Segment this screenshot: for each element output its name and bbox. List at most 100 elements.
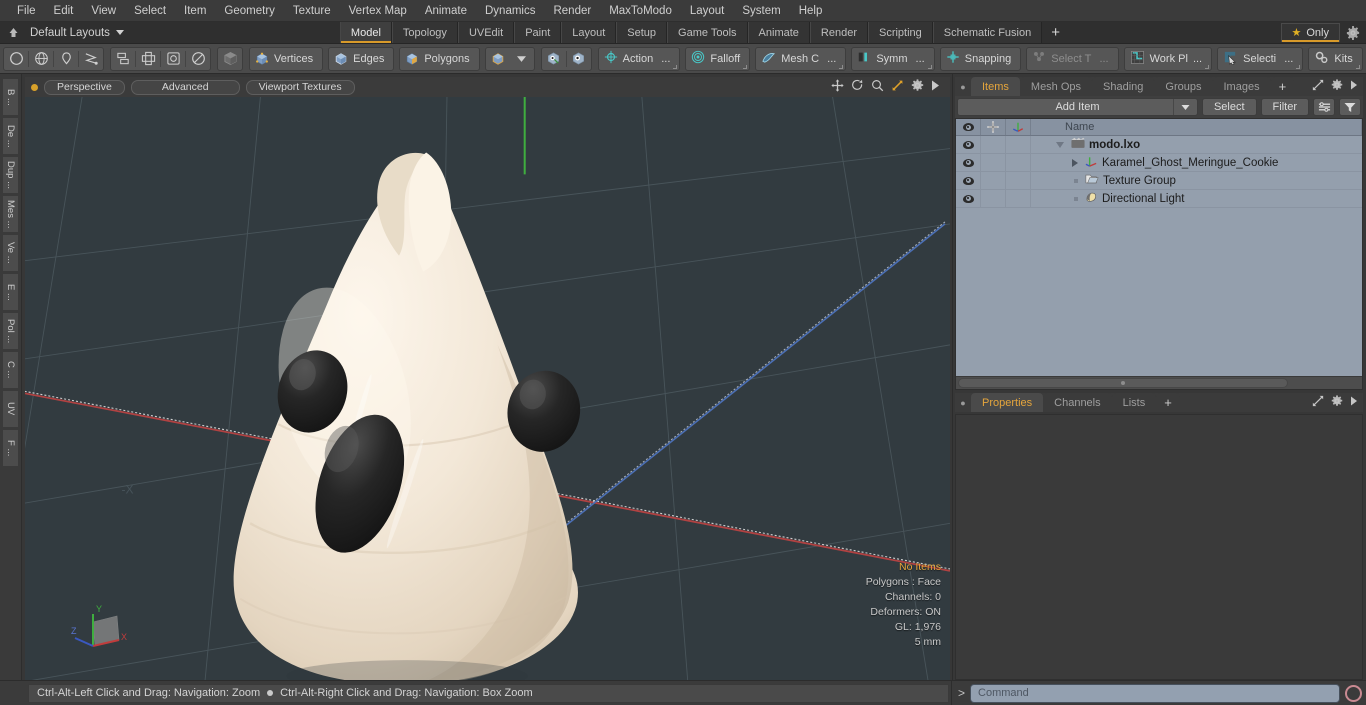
menu-item-maxtomodo[interactable]: MaxToModo <box>600 0 681 22</box>
play-icon[interactable] <box>1350 396 1358 409</box>
kits-button[interactable]: Kits <box>1308 46 1363 71</box>
stack-icon[interactable] <box>111 48 135 70</box>
select-through-button[interactable]: Select T ... <box>1026 46 1119 71</box>
row-visibility-toggle[interactable] <box>956 136 981 154</box>
gear-icon[interactable] <box>1331 79 1343 94</box>
menu-item-render[interactable]: Render <box>544 0 600 22</box>
tab-model[interactable]: Model <box>339 22 392 43</box>
panel-menu-icon[interactable]: ● <box>955 393 971 412</box>
item-list[interactable]: Name modo.lxo Karamel_Ghost_Meringue_Coo… <box>955 118 1363 390</box>
gear-icon[interactable] <box>1331 395 1343 410</box>
tab-scripting[interactable]: Scripting <box>867 22 933 43</box>
tab-mesh-ops[interactable]: Mesh Ops <box>1019 77 1093 96</box>
menu-item-view[interactable]: View <box>82 0 125 22</box>
globe-icon[interactable] <box>29 48 53 70</box>
viewport-active-dot[interactable] <box>31 83 38 91</box>
vtab-basic[interactable]: B ... <box>2 78 19 116</box>
add-tab-button[interactable]: + <box>1042 22 1069 43</box>
tab-layout[interactable]: Layout <box>561 22 617 43</box>
menu-item-animate[interactable]: Animate <box>416 0 476 22</box>
properties-content-area[interactable] <box>955 414 1363 680</box>
vtab-deform[interactable]: De ... <box>2 117 19 155</box>
element-move-icon[interactable] <box>542 48 566 70</box>
table-row[interactable]: modo.lxo <box>956 136 1362 154</box>
vtab-curve[interactable]: C ... <box>2 351 19 389</box>
pen-icon[interactable] <box>54 48 78 70</box>
play-icon[interactable] <box>1350 80 1358 93</box>
menu-item-select[interactable]: Select <box>125 0 175 22</box>
vtab-duplicate[interactable]: Dup ... <box>2 156 19 194</box>
filter-button[interactable]: Filter <box>1260 98 1309 116</box>
gear-icon[interactable] <box>1340 22 1366 43</box>
axis-gizmo[interactable]: Y X Z <box>71 600 137 658</box>
vtab-falloff[interactable]: F ... <box>2 429 19 467</box>
fit-icon[interactable] <box>891 79 904 95</box>
circle-icon[interactable] <box>4 48 28 70</box>
home-icon[interactable] <box>0 22 26 43</box>
tab-setup[interactable]: Setup <box>616 22 668 43</box>
tab-game-tools[interactable]: Game Tools <box>667 22 748 43</box>
tab-shading[interactable]: Shading <box>1092 77 1155 96</box>
default-layouts-dropdown[interactable]: Default Layouts <box>26 22 134 43</box>
menu-item-geometry[interactable]: Geometry <box>215 0 284 22</box>
menu-item-system[interactable]: System <box>733 0 789 22</box>
tab-groups[interactable]: Groups <box>1154 77 1213 96</box>
chevron-down-icon[interactable] <box>510 48 534 70</box>
row-visibility-toggle[interactable] <box>956 190 981 208</box>
move-icon[interactable] <box>831 79 844 95</box>
falloff-button[interactable]: Falloff <box>685 46 751 71</box>
zoom-icon[interactable] <box>871 79 884 95</box>
play-icon[interactable] <box>931 80 940 94</box>
tab-items[interactable]: Items <box>971 77 1020 96</box>
tab-render[interactable]: Render <box>809 22 868 43</box>
expand-icon[interactable] <box>1312 395 1324 410</box>
viewport-textures-button[interactable]: Viewport Textures <box>245 79 355 95</box>
select-button[interactable]: Select <box>1201 98 1257 116</box>
gear-icon[interactable] <box>911 79 924 95</box>
shade-icon[interactable] <box>186 48 210 70</box>
selection-mode-polygons[interactable]: Polygons <box>399 46 480 71</box>
rotate-icon[interactable] <box>851 79 864 95</box>
curve-icon[interactable] <box>79 48 103 70</box>
menu-item-file[interactable]: File <box>8 0 45 22</box>
menu-item-dynamics[interactable]: Dynamics <box>476 0 544 22</box>
row-visibility-toggle[interactable] <box>956 172 981 190</box>
menu-item-texture[interactable]: Texture <box>284 0 340 22</box>
vtab-mesh[interactable]: Mes ... <box>2 195 19 233</box>
command-input[interactable]: Command <box>970 683 1340 703</box>
vtab-polygon[interactable]: Pol ... <box>2 312 19 350</box>
tab-schematic-fusion[interactable]: Schematic Fusion <box>932 22 1043 43</box>
tab-channels[interactable]: Channels <box>1043 393 1112 412</box>
panel-menu-icon[interactable]: ● <box>955 77 971 96</box>
chevron-down-icon[interactable] <box>1172 99 1197 115</box>
symmetry-button[interactable]: Symm ... <box>851 46 935 71</box>
3d-viewport[interactable]: -X No Items Polygons : Face Channels: 0 … <box>25 97 950 680</box>
tab-lists[interactable]: Lists <box>1111 393 1157 412</box>
snapping-button[interactable]: Snapping <box>939 46 1022 71</box>
vtab-edge[interactable]: E ... <box>2 273 19 311</box>
list-options-icon[interactable] <box>1313 98 1335 116</box>
element-select-icon[interactable] <box>567 48 591 70</box>
item-list-horizontal-scrollbar[interactable] <box>956 376 1362 389</box>
menu-item-item[interactable]: Item <box>175 0 215 22</box>
align-icon[interactable] <box>136 48 160 70</box>
tab-animate[interactable]: Animate <box>747 22 810 43</box>
work-plane-button[interactable]: Work Pl ... <box>1123 46 1213 71</box>
menu-item-edit[interactable]: Edit <box>45 0 83 22</box>
vtab-uv[interactable]: UV <box>2 390 19 428</box>
row-visibility-toggle[interactable] <box>956 154 981 172</box>
menu-item-help[interactable]: Help <box>790 0 832 22</box>
filter-funnel-icon[interactable] <box>1339 98 1361 116</box>
tab-topology[interactable]: Topology <box>391 22 458 43</box>
center-icon[interactable] <box>161 48 185 70</box>
scrollbar-thumb[interactable] <box>958 378 1288 388</box>
add-panel-tab-button[interactable]: + <box>1270 77 1295 96</box>
tab-images[interactable]: Images <box>1212 77 1271 96</box>
table-row[interactable]: Directional Light <box>956 190 1362 208</box>
tab-uvedit[interactable]: UVEdit <box>457 22 515 43</box>
mesh-constraint-button[interactable]: Mesh C ... <box>755 46 847 71</box>
menu-item-vertex-map[interactable]: Vertex Map <box>340 0 416 22</box>
command-record-icon[interactable] <box>1345 684 1362 702</box>
tree-expander-right-icon[interactable] <box>1035 158 1081 167</box>
add-properties-tab-button[interactable]: + <box>1156 393 1180 412</box>
